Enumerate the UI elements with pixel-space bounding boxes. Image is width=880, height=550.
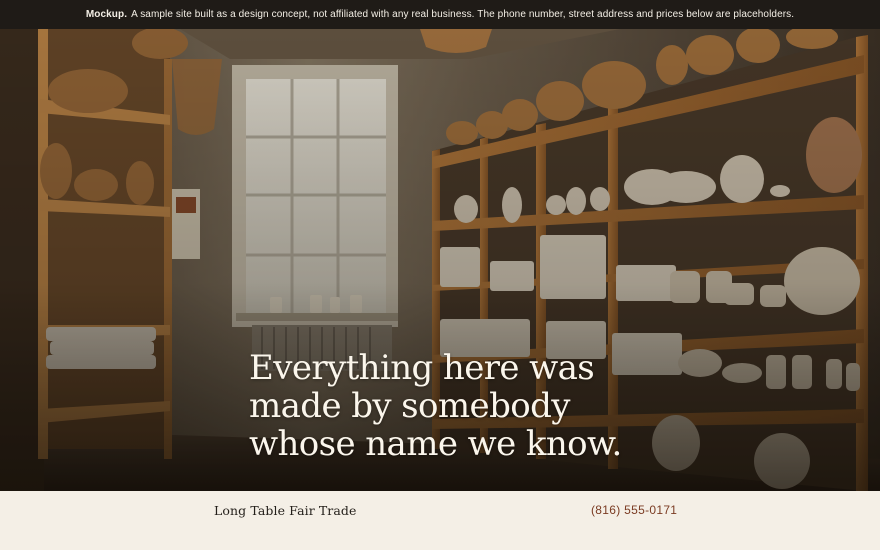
banner-text: A sample site built as a design concept,… [131,9,795,20]
hero-headline: Everything here was made by somebody who… [249,348,622,464]
mockup-disclaimer-banner: Mockup. A sample site built as a design … [0,0,880,29]
hero-section: Everything here was made by somebody who… [0,29,880,491]
brand-name-link[interactable]: Long Table Fair Trade [214,503,357,518]
phone-link[interactable]: (816) 555-0171 [591,503,677,517]
site-footer-bar: Long Table Fair Trade (816) 555-0171 [0,491,880,550]
banner-label: Mockup. [85,9,128,20]
